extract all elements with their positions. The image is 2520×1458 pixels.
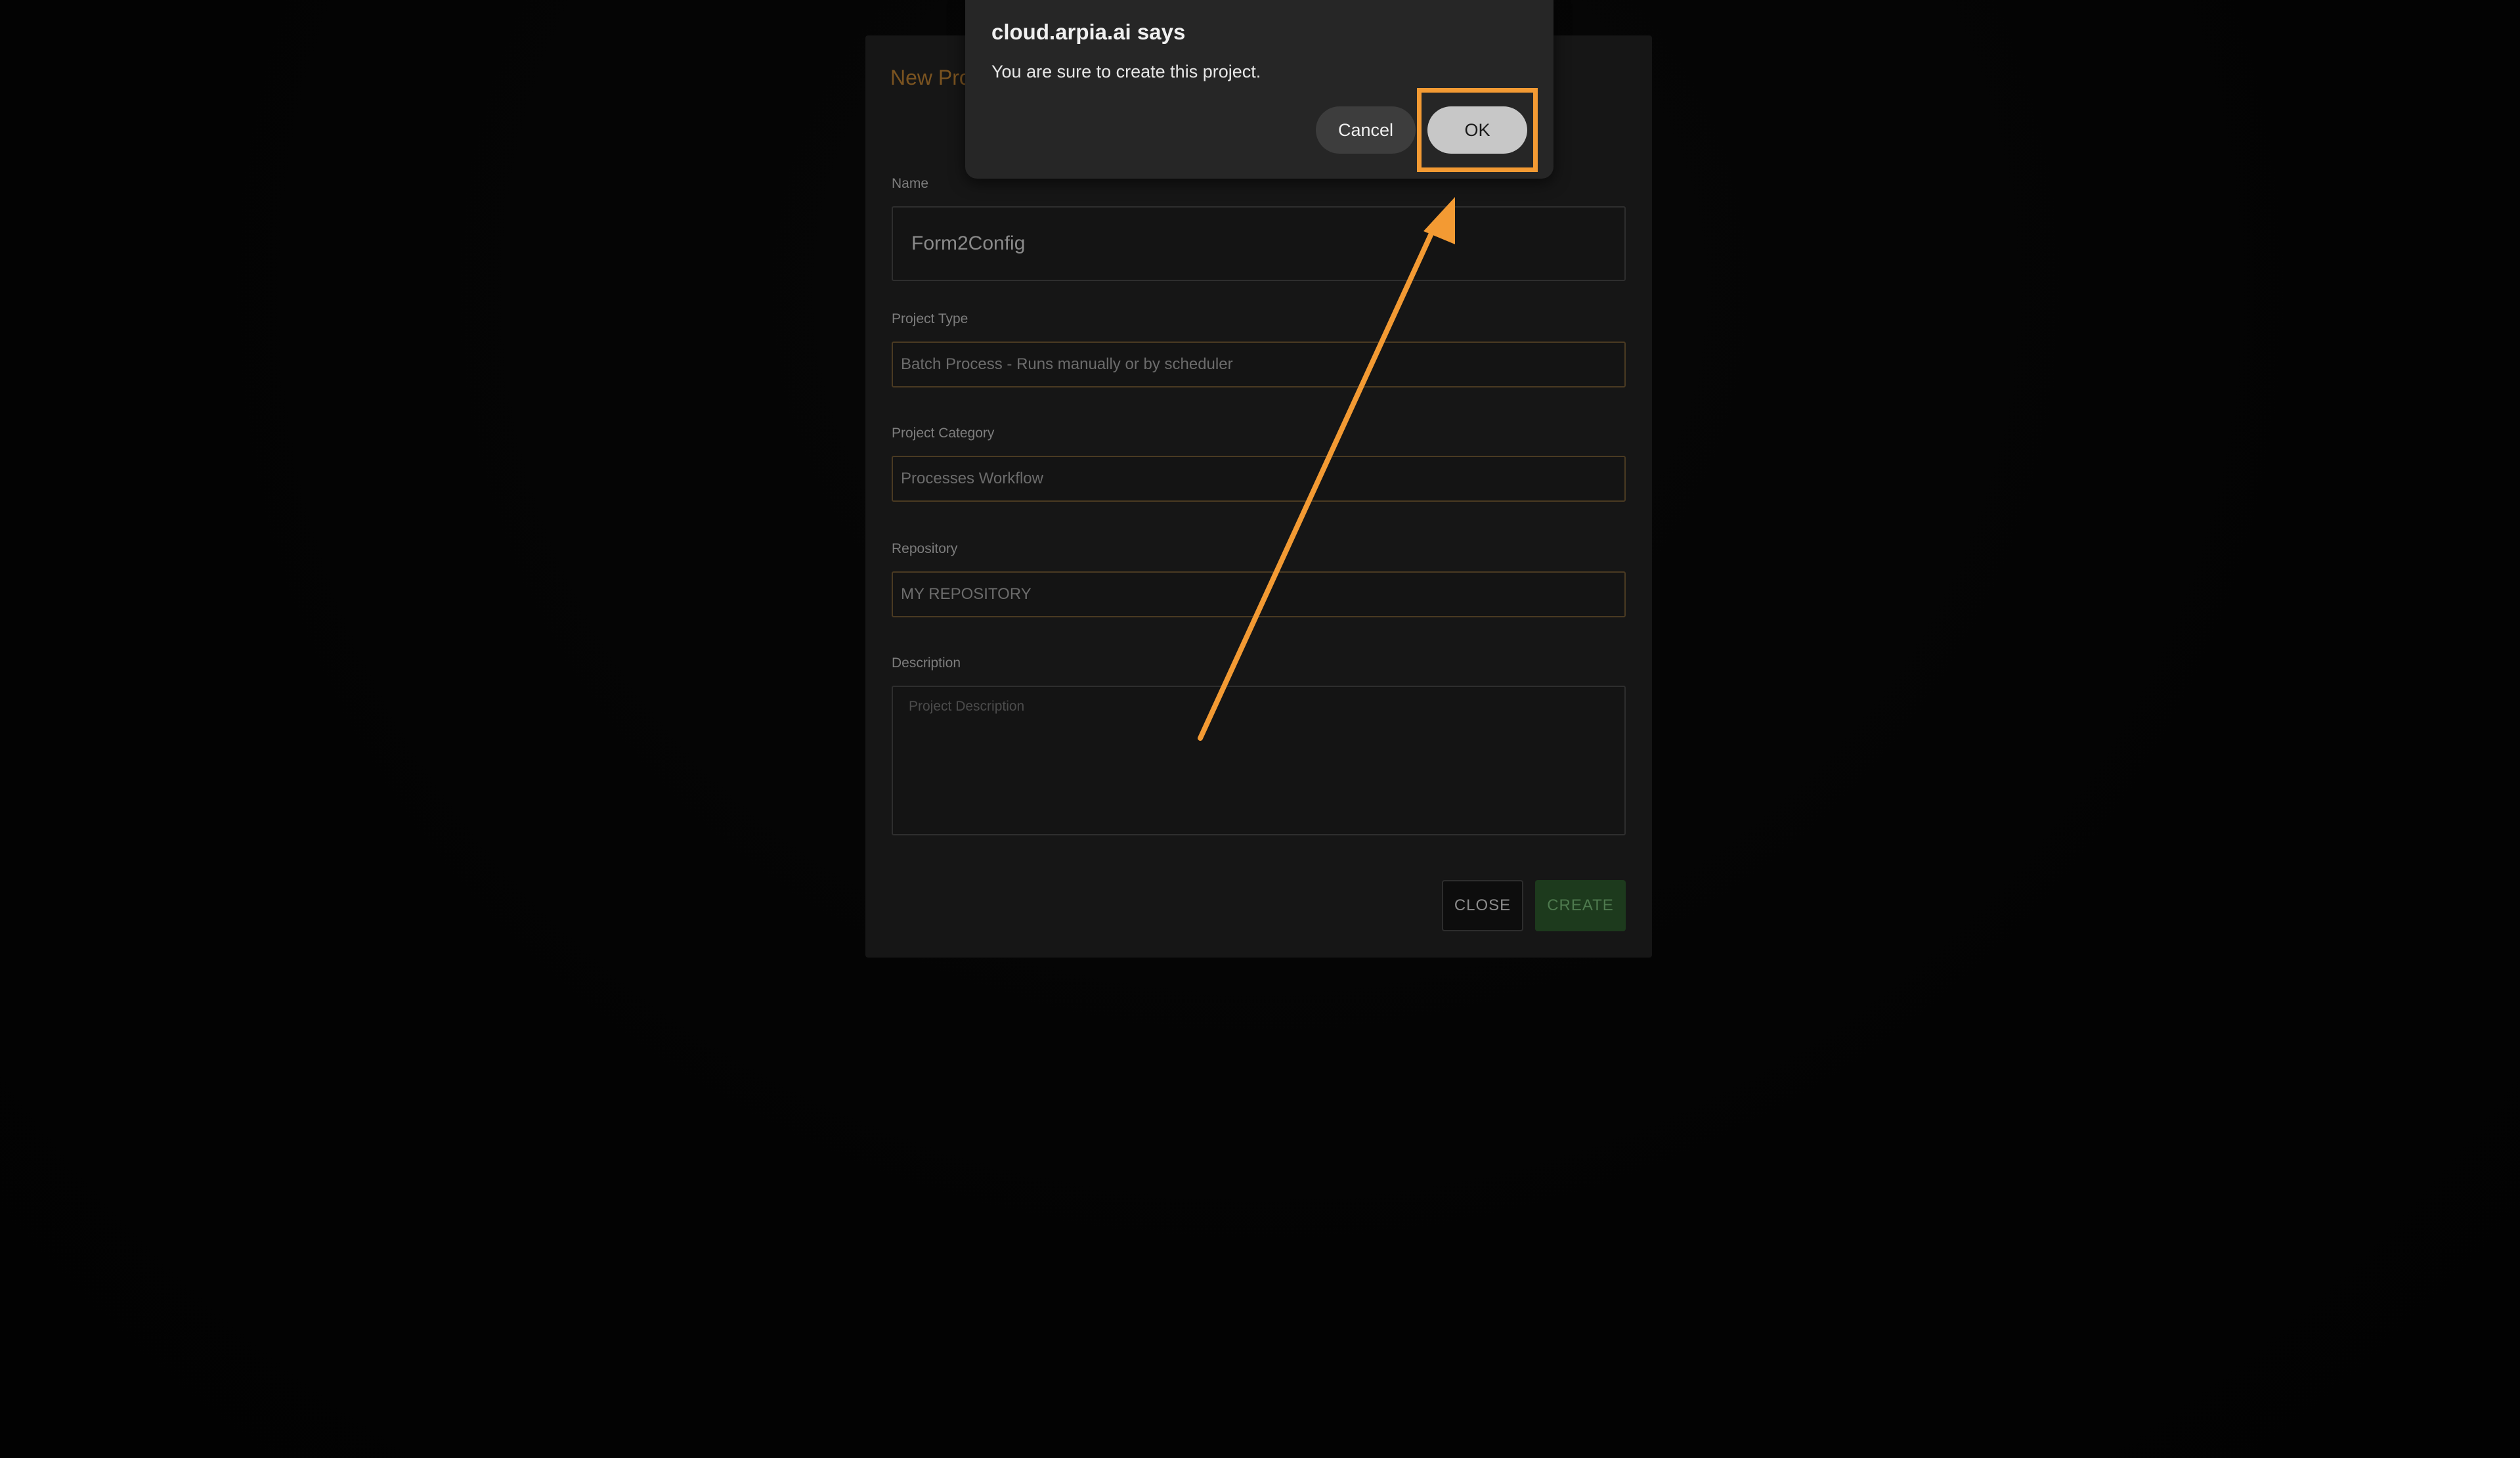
modal-title: New Pro — [890, 66, 971, 89]
project-category-select[interactable]: Processes Workflow — [892, 456, 1626, 502]
repository-select[interactable]: MY REPOSITORY — [892, 571, 1626, 617]
page: New Pro Name Form2Config Project Type Ba… — [0, 0, 2520, 1458]
create-button[interactable]: CREATE — [1535, 880, 1626, 931]
alert-message: You are sure to create this project. — [991, 62, 1261, 81]
description-label: Description — [892, 655, 961, 671]
alert-ok-button[interactable]: OK — [1427, 106, 1527, 154]
name-input[interactable]: Form2Config — [892, 206, 1626, 281]
alert-title: cloud.arpia.ai says — [991, 20, 1186, 44]
alert-cancel-button[interactable]: Cancel — [1316, 106, 1416, 154]
description-textarea[interactable]: Project Description — [892, 686, 1626, 835]
browser-alert-dialog: cloud.arpia.ai says You are sure to crea… — [965, 0, 1553, 179]
project-type-label: Project Type — [892, 311, 968, 326]
repository-label: Repository — [892, 541, 958, 556]
project-type-select[interactable]: Batch Process - Runs manually or by sche… — [892, 342, 1626, 387]
close-button[interactable]: CLOSE — [1442, 880, 1523, 931]
name-label: Name — [892, 176, 929, 191]
project-category-label: Project Category — [892, 426, 995, 441]
